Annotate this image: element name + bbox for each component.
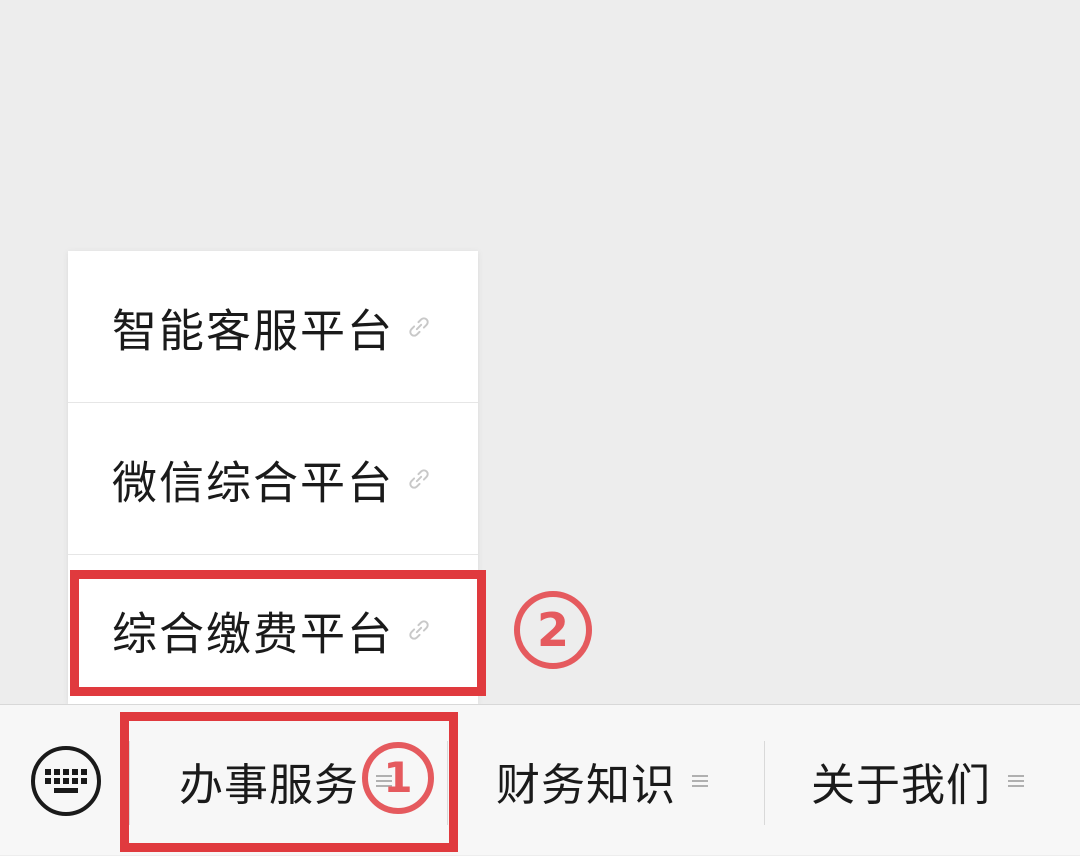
menu-button-about-us[interactable]: 关于我们 (765, 705, 1080, 856)
submenu-item-label: 智能客服平台 (112, 304, 395, 357)
link-icon (409, 468, 429, 489)
menu-button-finance-knowledge[interactable]: 财务知识 (448, 705, 764, 856)
submenu-item-label: 微信综合平台 (112, 456, 395, 509)
menu-button-label: 关于我们 (811, 759, 991, 811)
step-1-badge: 1 (362, 742, 434, 814)
step-2-badge: 2 (514, 591, 592, 669)
menu-button-label: 财务知识 (496, 759, 676, 811)
submenu-item-wechat-platform[interactable]: 微信综合平台 (68, 403, 478, 554)
menu-lines-icon (1008, 774, 1024, 787)
submenu-item-smart-service[interactable]: 智能客服平台 (68, 251, 478, 402)
link-icon (409, 316, 429, 337)
menu-lines-icon (692, 774, 708, 787)
keyboard-icon[interactable] (30, 745, 102, 817)
highlight-box-step-2 (70, 570, 486, 696)
